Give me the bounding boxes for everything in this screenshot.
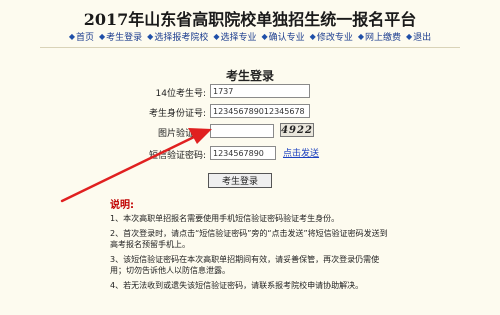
note-item: 1、本次高职单招报名需要使用手机短信验证密码验证考生身份。 (110, 214, 340, 223)
note-item: 3、该短信验证密码在本次高职单招期间有效，请妥善保管，再次登录仍需使用；切勿告诉… (110, 255, 380, 275)
header-divider (40, 47, 460, 48)
captcha-label: 图片验证码: (157, 129, 206, 139)
notes-heading: 说明: (110, 200, 134, 211)
nav-label: 首页 (75, 33, 94, 43)
diamond-icon: ◆ (357, 32, 364, 41)
nav-label: 退出 (413, 33, 432, 43)
exam-number-label: 14位考生号: (155, 89, 207, 99)
nav-label: 选择专业 (220, 33, 257, 43)
arrow-shaft (60, 135, 196, 203)
sms-code-input[interactable] (210, 146, 276, 160)
nav-label: 选择报考院校 (154, 33, 209, 43)
nav-logout[interactable]: ◆ 退出 (406, 30, 431, 43)
nav-label: 修改专业 (316, 33, 353, 43)
exam-number-input[interactable] (210, 84, 310, 98)
diamond-icon: ◆ (309, 32, 316, 41)
top-navigation: ◆ 首页 ◆ 考生登录 ◆ 选择报考院校 ◆ 选择专业 ◆ 确认专业 ◆ 修改专业 ◆ 网上缴… (0, 30, 500, 43)
nav-pay[interactable]: ◆ 网上缴费 (358, 30, 401, 43)
send-sms-link[interactable]: 点击发送 (283, 146, 319, 159)
sms-code-label: 短信验证密码: (148, 151, 206, 161)
nav-select-major[interactable]: ◆ 选择专业 (213, 30, 256, 43)
diamond-icon: ◆ (213, 32, 220, 41)
nav-label: 确认专业 (268, 33, 305, 43)
diamond-icon: ◆ (406, 32, 413, 41)
nav-login[interactable]: ◆ 考生登录 (99, 30, 142, 43)
login-button[interactable]: 考生登录 (208, 173, 272, 188)
note-item: 2、首次登录时，请点击“短信验证密码”旁的“点击发送”将短信验证密码发送到高考报… (110, 229, 388, 249)
diamond-icon: ◆ (98, 32, 106, 41)
id-number-label: 考生身份证号: (148, 109, 206, 119)
nav-confirm-major[interactable]: ◆ 确认专业 (262, 30, 305, 43)
nav-label: 网上缴费 (365, 33, 402, 43)
captcha-image[interactable]: 4922 (280, 123, 314, 137)
nav-home[interactable]: ◆ 首页 (69, 30, 94, 43)
login-form-title: 考生登录 (225, 69, 274, 83)
diamond-icon: ◆ (261, 32, 268, 41)
nav-label: 考生登录 (106, 33, 143, 43)
page-title: 2017年山东省高职院校单独招生统一报名平台 (83, 10, 417, 29)
notes-list: 1、本次高职单招报名需要使用手机短信验证密码验证考生身份。 2、首次登录时，请点… (110, 213, 390, 295)
diamond-icon: ◆ (147, 32, 154, 41)
id-number-input[interactable] (210, 104, 310, 118)
diamond-icon: ◆ (68, 32, 75, 41)
note-item: 4、若无法收到或遗失该短信验证密码，请联系报考院校申请协助解决。 (110, 281, 364, 290)
captcha-input[interactable] (210, 124, 274, 138)
nav-select-college[interactable]: ◆ 选择报考院校 (147, 30, 208, 43)
nav-modify-major[interactable]: ◆ 修改专业 (310, 30, 353, 43)
